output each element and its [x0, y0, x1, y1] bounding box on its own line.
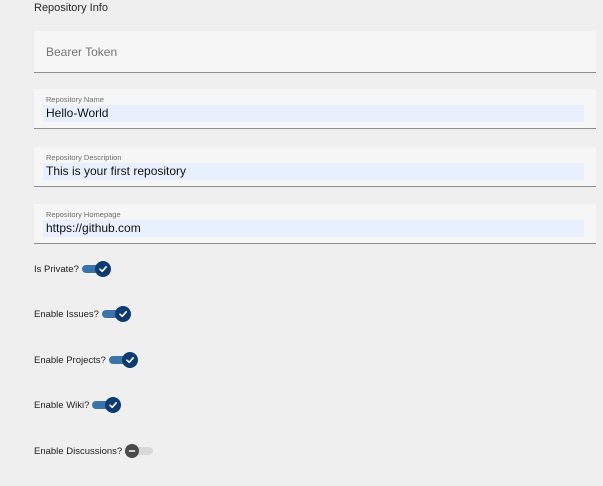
enable-discussions-label: Enable Discussions?	[34, 445, 123, 457]
repository-name-input[interactable]: Hello-World	[43, 105, 584, 122]
enable-issues-toggle[interactable]	[101, 306, 132, 322]
enable-projects-row: Enable Projects?	[34, 351, 139, 369]
minus-icon	[128, 450, 136, 452]
toggle-thumb	[105, 397, 122, 413]
is-private-row: Is Private?	[34, 260, 112, 278]
enable-wiki-toggle[interactable]	[92, 397, 122, 413]
toggle-thumb	[94, 261, 111, 277]
repository-homepage-field[interactable]: Repository Homepage https://github.com	[34, 204, 596, 244]
enable-discussions-toggle[interactable]	[125, 443, 155, 459]
is-private-label: Is Private?	[34, 263, 79, 275]
repository-description-field[interactable]: Repository Description This is your firs…	[34, 147, 596, 187]
toggle-thumb	[121, 352, 138, 368]
enable-wiki-row: Enable Wiki?	[34, 396, 122, 414]
repository-info-form: Repository Info Bearer Token Repository …	[0, 0, 603, 486]
enable-projects-label: Enable Projects?	[34, 354, 106, 366]
repository-name-label: Repository Name	[46, 95, 104, 104]
enable-discussions-row: Enable Discussions?	[34, 442, 155, 460]
toggle-thumb	[114, 306, 131, 322]
check-icon	[99, 266, 107, 273]
enable-issues-row: Enable Issues?	[34, 305, 132, 323]
is-private-toggle[interactable]	[81, 261, 112, 277]
repository-homepage-input[interactable]: https://github.com	[43, 220, 584, 237]
section-title: Repository Info	[34, 2, 108, 14]
repository-description-input[interactable]: This is your first repository	[43, 163, 584, 180]
bearer-token-placeholder: Bearer Token	[46, 45, 118, 59]
enable-issues-label: Enable Issues?	[34, 308, 99, 320]
repository-description-label: Repository Description	[46, 153, 122, 162]
repository-name-field[interactable]: Repository Name Hello-World	[34, 89, 596, 129]
bearer-token-field[interactable]: Bearer Token	[34, 31, 596, 73]
enable-projects-toggle[interactable]	[108, 352, 139, 368]
toggle-thumb	[125, 444, 140, 458]
repository-homepage-label: Repository Homepage	[46, 210, 121, 219]
enable-wiki-label: Enable Wiki?	[34, 399, 90, 411]
check-icon	[109, 402, 118, 409]
check-icon	[119, 311, 127, 318]
check-icon	[126, 357, 134, 364]
